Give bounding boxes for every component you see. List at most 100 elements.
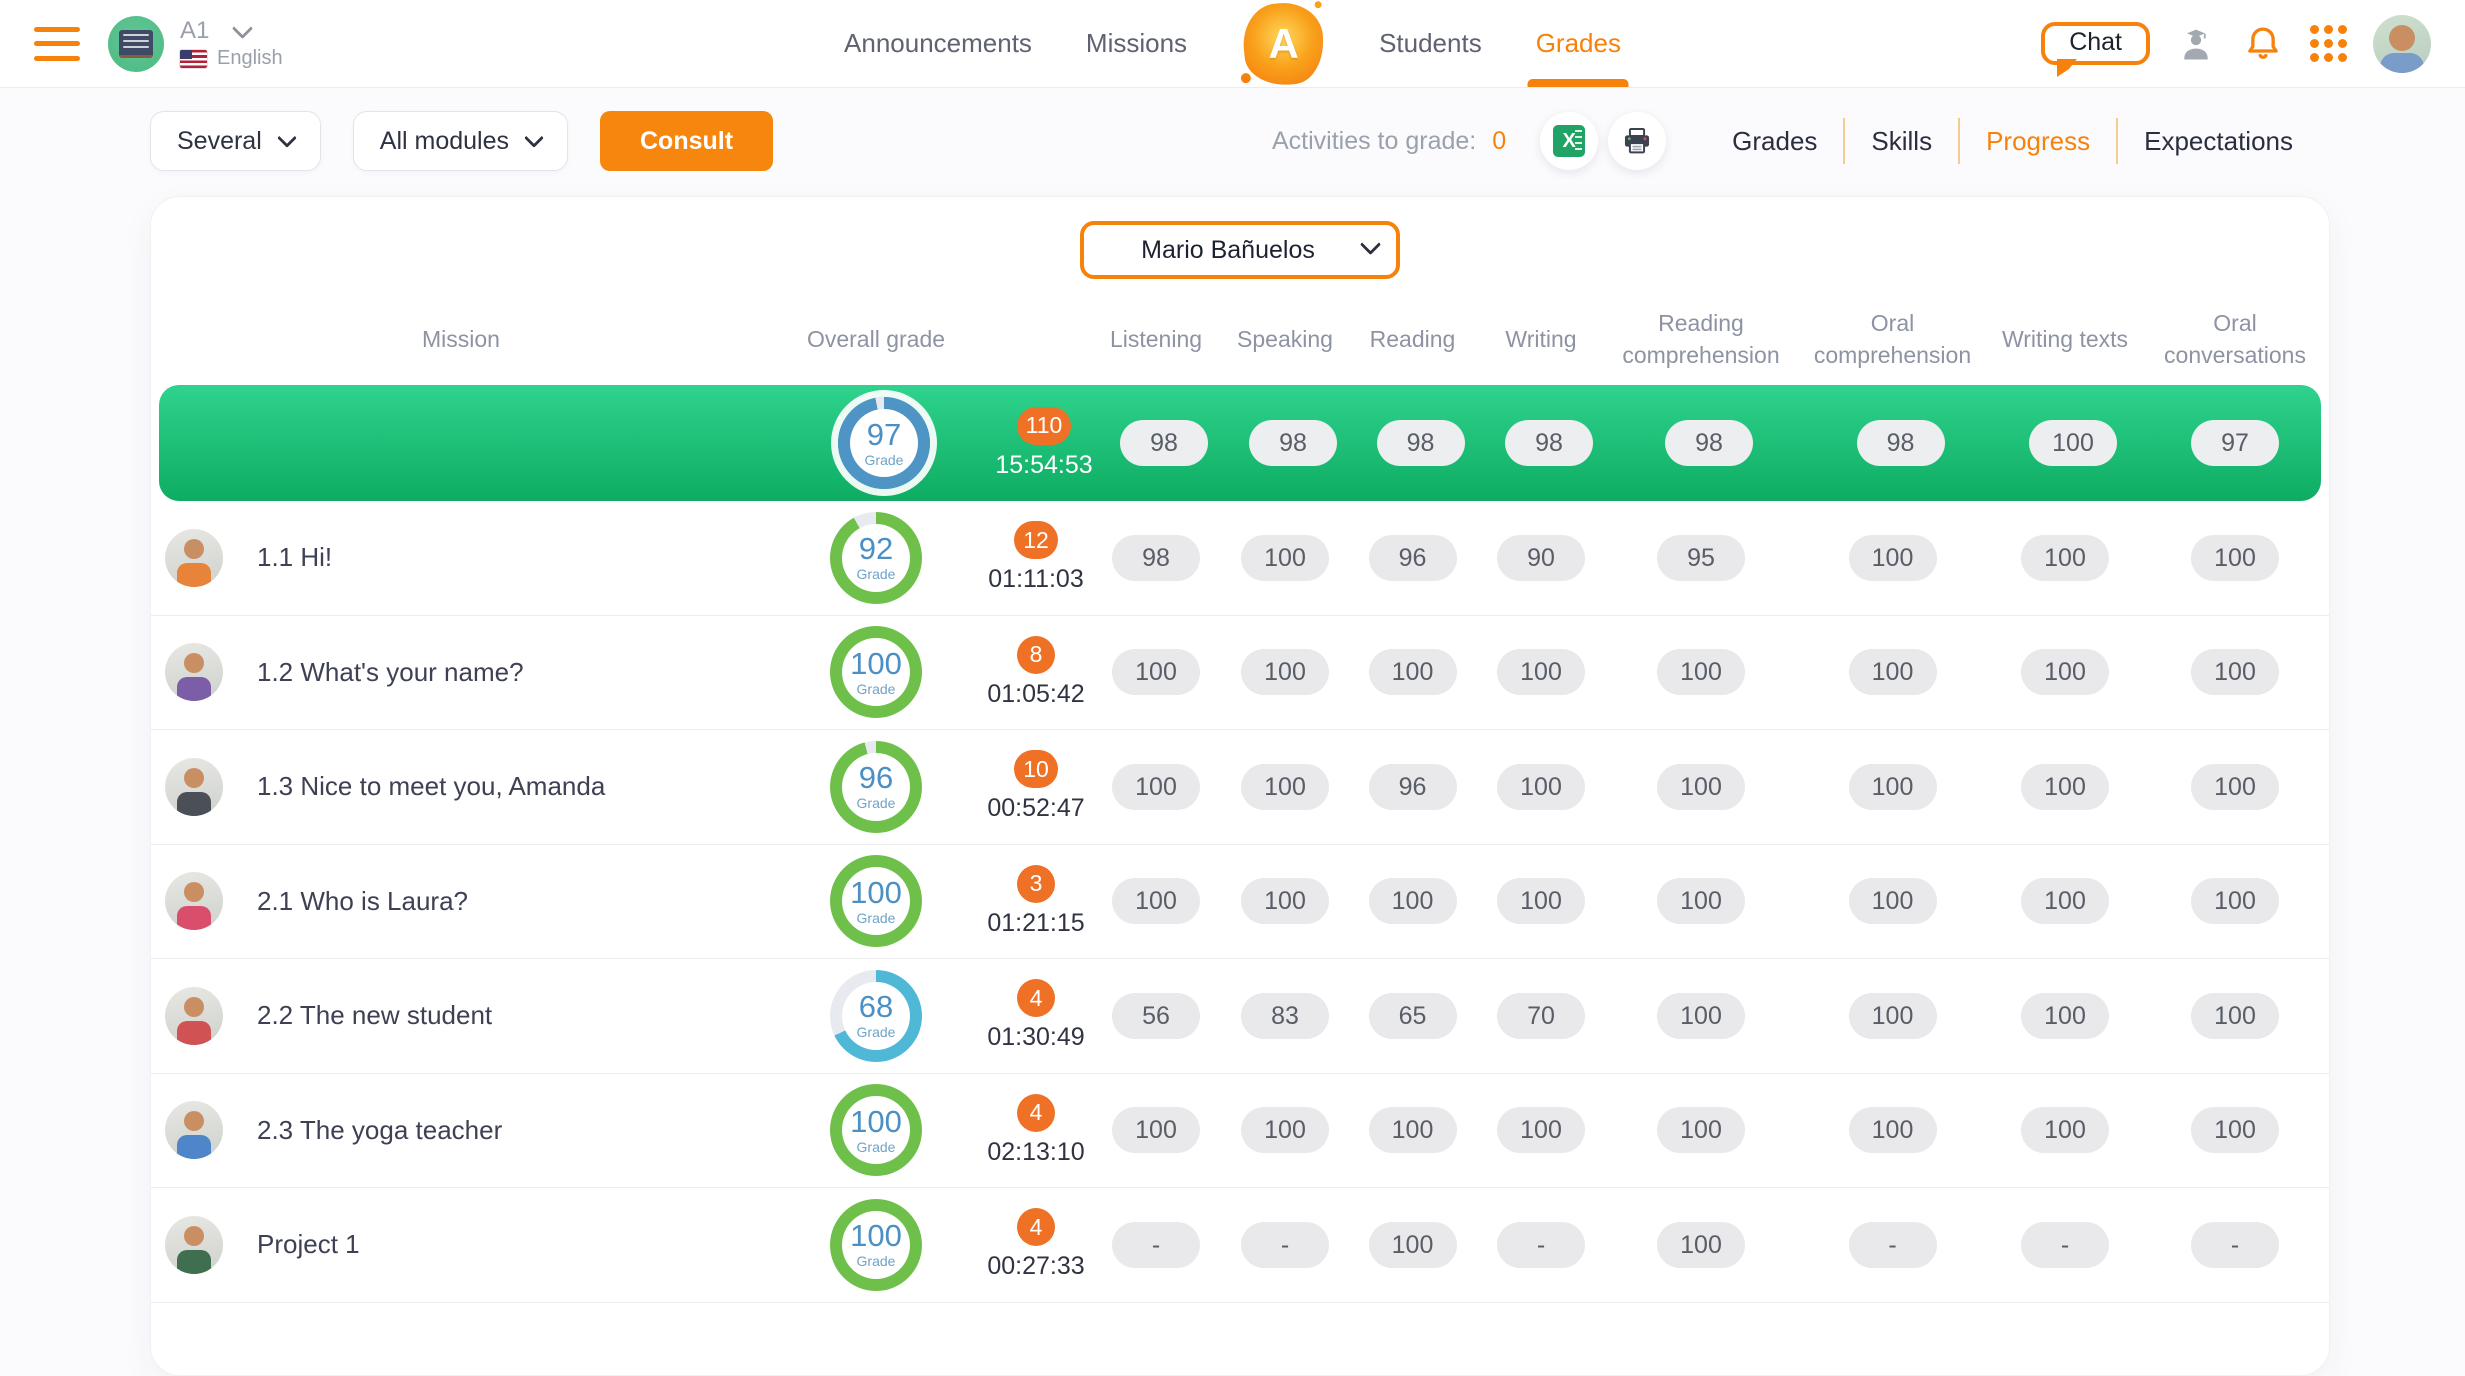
score-cell: 100 [1989, 993, 2141, 1039]
mission-title: Project 1 [257, 1229, 360, 1260]
bell-icon[interactable] [2242, 23, 2284, 65]
score-cell: 100 [1796, 1107, 1989, 1153]
score-cell: 100 [1796, 649, 1989, 695]
mission-row[interactable]: 2.1 Who is Laura? 100 Grade 3 01:21:15 1… [151, 845, 2329, 960]
grade-donut: 68 Grade [830, 970, 922, 1062]
filter-dropdown-several[interactable]: Several [150, 111, 321, 171]
score-cell: 100 [2141, 535, 2329, 581]
score-cell: 100 [1606, 993, 1796, 1039]
grade-value: 68 [859, 991, 893, 1022]
mission-row[interactable]: Project 1 100 Grade 4 00:27:33 --100-100… [151, 1188, 2329, 1303]
app-logo[interactable]: A [1239, 0, 1327, 88]
score-cell: 100 [1796, 878, 1989, 924]
mission-cell: 2.3 The yoga teacher [151, 1101, 771, 1159]
nav-item-missions[interactable]: Missions [1086, 0, 1187, 87]
nav-item-students[interactable]: Students [1379, 0, 1482, 87]
score-cell: 100 [1091, 764, 1221, 810]
overall-grade-cell: 100 Grade [771, 1084, 981, 1176]
mission-row[interactable]: 1.2 What's your name? 100 Grade 8 01:05:… [151, 616, 2329, 731]
score-pill: 96 [1369, 764, 1457, 810]
app-logo-letter: A [1268, 20, 1298, 68]
student-select[interactable]: Mario Bañuelos [1080, 221, 1400, 279]
score-pill: 100 [1657, 1222, 1745, 1268]
mission-row[interactable]: 2.3 The yoga teacher 100 Grade 4 02:13:1… [151, 1074, 2329, 1189]
mission-row[interactable]: 2.2 The new student 68 Grade 4 01:30:49 … [151, 959, 2329, 1074]
grades-card: Mario Bañuelos MissionOverall gradeListe… [150, 196, 2330, 1376]
score-pill: 100 [1657, 764, 1745, 810]
table-header-row: MissionOverall gradeListeningSpeakingRea… [151, 293, 2329, 385]
time-spent: 01:11:03 [988, 565, 1083, 594]
score-pill: 100 [1112, 764, 1200, 810]
score-cell: 98 [1099, 420, 1229, 466]
column-header-mission: Mission [151, 323, 771, 355]
score-pill: - [2021, 1222, 2109, 1268]
grade-label: Grade [857, 566, 896, 582]
chat-button[interactable]: Chat [2041, 22, 2150, 65]
time-cell: 12 01:11:03 [981, 521, 1091, 594]
grade-value: 100 [850, 1220, 902, 1251]
score-pill: 70 [1497, 993, 1585, 1039]
score-cell: 100 [1221, 764, 1349, 810]
excel-export-icon[interactable]: X [1540, 112, 1598, 170]
mission-cell: Project 1 [151, 1216, 771, 1274]
mission-row[interactable]: 1.1 Hi! 92 Grade 12 01:11:03 98100969095… [151, 501, 2329, 616]
grade-donut: 96 Grade [830, 741, 922, 833]
tab-skills[interactable]: Skills [1845, 120, 1958, 163]
consult-button[interactable]: Consult [600, 111, 773, 171]
score-cell: 83 [1221, 993, 1349, 1039]
printer-icon[interactable] [1608, 112, 1666, 170]
apps-grid-icon[interactable] [2310, 25, 2347, 62]
two-people-talking-avatar [165, 643, 223, 701]
mission-row[interactable]: 1.3 Nice to meet you, Amanda 96 Grade 10… [151, 730, 2329, 845]
class-language: English [217, 47, 283, 70]
score-cell: 65 [1349, 993, 1476, 1039]
mission-cell: 1.2 What's your name? [151, 643, 771, 701]
score-pill: 100 [1369, 649, 1457, 695]
score-cell: 100 [1989, 878, 2141, 924]
score-cell: 100 [1796, 764, 1989, 810]
score-pill: 100 [1497, 649, 1585, 695]
mission-title: 2.3 The yoga teacher [257, 1115, 502, 1146]
class-selector[interactable]: A1 English [108, 16, 283, 72]
score-cell: 90 [1476, 535, 1606, 581]
nav-item-announcements[interactable]: Announcements [844, 0, 1032, 87]
score-cell: 98 [1229, 420, 1357, 466]
score-pill: 100 [1369, 878, 1457, 924]
grade-label: Grade [865, 452, 904, 468]
man-raising-hand-avatar [165, 529, 223, 587]
grade-value: 100 [850, 1106, 902, 1137]
graduate-person-icon[interactable] [2176, 24, 2216, 64]
tab-progress[interactable]: Progress [1960, 120, 2116, 163]
score-cell: 98 [1357, 420, 1484, 466]
score-pill: - [1497, 1222, 1585, 1268]
score-pill: 65 [1369, 993, 1457, 1039]
score-pill: 100 [1657, 649, 1745, 695]
overall-grade-cell: 68 Grade [771, 970, 981, 1062]
score-cell: 100 [1989, 764, 2141, 810]
nav-item-grades[interactable]: Grades [1536, 0, 1621, 87]
filter-dropdown-all-modules[interactable]: All modules [353, 111, 568, 171]
user-avatar[interactable] [2373, 15, 2431, 73]
score-pill: - [2191, 1222, 2279, 1268]
time-cell: 110 15:54:53 [989, 407, 1099, 480]
overall-grade-cell: 100 Grade [771, 1199, 981, 1291]
chevron-down-icon[interactable] [232, 17, 253, 38]
tab-expectations[interactable]: Expectations [2118, 120, 2319, 163]
score-cell: 100 [1091, 1107, 1221, 1153]
score-pill: 100 [2191, 1107, 2279, 1153]
score-pill: 100 [2021, 649, 2109, 695]
grade-donut: 100 Grade [830, 626, 922, 718]
score-cell: - [1221, 1222, 1349, 1268]
score-pill: 100 [1112, 878, 1200, 924]
grade-value: 96 [859, 762, 893, 793]
grade-donut: 100 Grade [830, 1084, 922, 1176]
tab-grades[interactable]: Grades [1706, 120, 1843, 163]
score-cell: - [1796, 1222, 1989, 1268]
hamburger-icon[interactable] [34, 27, 80, 61]
column-header-reading: Reading [1349, 323, 1476, 355]
teacher-at-chalkboard-avatar [165, 1216, 223, 1274]
mission-title: 1.1 Hi! [257, 542, 332, 573]
score-cell: 100 [2141, 649, 2329, 695]
score-cell: 98 [1091, 535, 1221, 581]
score-pill: 100 [1241, 1107, 1329, 1153]
